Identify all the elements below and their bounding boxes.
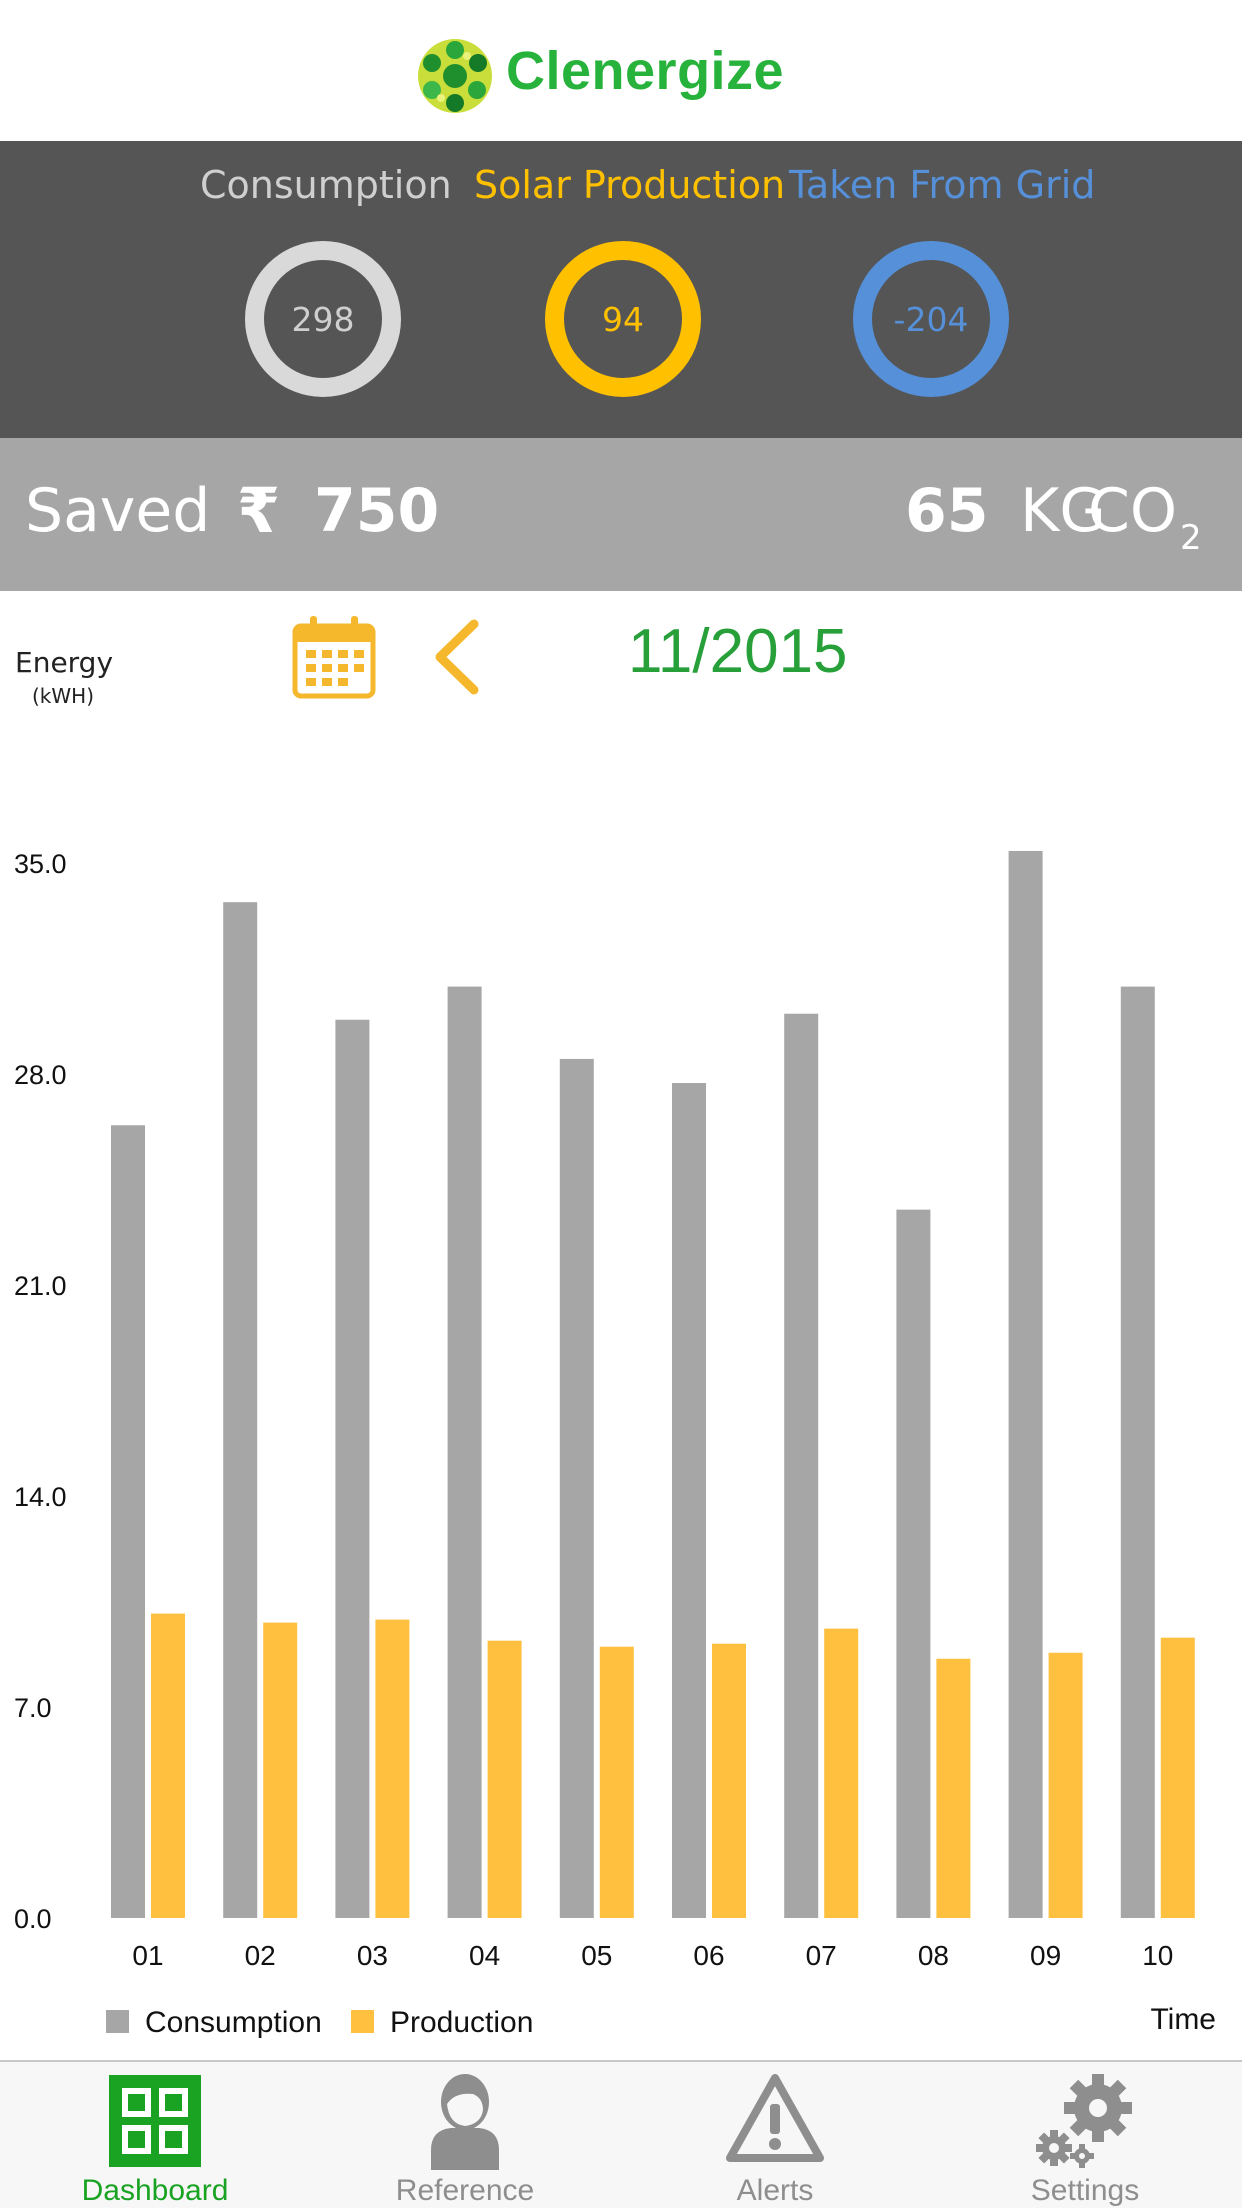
x-tick-label: 07: [806, 1940, 837, 1971]
grid-ring: -204: [853, 241, 1009, 397]
production-bar: [936, 1658, 971, 1918]
energy-bar-chart: 0.0 7.0 14.0 21.0 28.0 35.0 01 02 03 04 05 06 07 08 09…: [14, 849, 1216, 2039]
production-bar: [263, 1622, 298, 1918]
legend-swatch: [351, 2010, 374, 2033]
person-icon: [431, 2074, 499, 2170]
alert-triangle-icon: [726, 2074, 824, 2162]
production-bar: [824, 1628, 859, 1918]
tab-alerts[interactable]: Alerts: [620, 2062, 930, 2210]
y-tick-label: 35.0: [14, 849, 67, 879]
production-bar: [1048, 1652, 1083, 1918]
co2-amount: 65: [905, 476, 989, 546]
calendar-icon[interactable]: [292, 614, 376, 700]
consumption-bar: [223, 902, 258, 1918]
x-tick-label: 05: [581, 1940, 612, 1971]
grid-label: Taken From Grid: [789, 163, 1096, 207]
tab-dashboard-label: Dashboard: [81, 2174, 229, 2207]
energy-summary: Consumption Solar Production Taken From …: [0, 141, 1242, 438]
consumption-bar: [896, 1209, 931, 1918]
production-ring: 94: [545, 241, 701, 397]
production-bar: [712, 1643, 746, 1918]
legend-swatch: [106, 2010, 129, 2033]
grid-value: -204: [893, 299, 969, 339]
y-tick-label: 0.0: [14, 1904, 52, 1934]
period-label: 11/2015: [628, 617, 848, 686]
x-tick-label: 10: [1142, 1940, 1173, 1971]
x-tick-label: 03: [357, 1940, 388, 1971]
x-tick-label: 04: [469, 1940, 500, 1971]
y-tick-label: 7.0: [14, 1693, 52, 1723]
production-bar: [151, 1613, 185, 1918]
production-bar: [1160, 1637, 1195, 1918]
co2-subscript: 2: [1180, 518, 1202, 558]
production-bar: [599, 1646, 634, 1918]
y-tick-label: 21.0: [14, 1271, 67, 1301]
x-tick-label: 02: [245, 1940, 276, 1971]
tab-alerts-label: Alerts: [736, 2174, 814, 2207]
savings-band: Saved ₹ 750 65 KG CO 2: [0, 438, 1242, 591]
co2-label: CO: [1088, 476, 1178, 546]
y-tick-label: 28.0: [14, 1060, 67, 1090]
y-axis-label: Energy: [15, 646, 114, 679]
x-tick-label: 09: [1030, 1940, 1061, 1971]
y-axis-unit: (kWH): [32, 684, 95, 708]
x-tick-label: 08: [918, 1940, 949, 1971]
tab-bar: Dashboard Reference Alerts Settings: [0, 2060, 1242, 2208]
consumption-ring: 298: [245, 241, 401, 397]
tab-reference-label: Reference: [395, 2174, 535, 2207]
tab-settings-label: Settings: [1030, 2174, 1140, 2207]
consumption-bar: [335, 1019, 370, 1918]
tab-reference[interactable]: Reference: [310, 2062, 620, 2210]
x-axis-label: Time: [1150, 2003, 1216, 2036]
legend-label: Consumption: [145, 2006, 322, 2039]
saved-label: Saved: [25, 476, 211, 546]
dashboard-icon: [109, 2075, 201, 2167]
y-tick-label: 14.0: [14, 1482, 67, 1512]
x-tick-label: 06: [693, 1940, 724, 1971]
consumption-label: Consumption: [200, 163, 452, 207]
tab-dashboard[interactable]: Dashboard: [0, 2062, 310, 2210]
app-title: Clenergize: [506, 41, 785, 101]
app-header: Clenergize: [0, 0, 1242, 141]
chevron-left-icon[interactable]: [430, 618, 484, 696]
x-tick-label: 01: [132, 1940, 163, 1971]
consumption-bar: [447, 986, 482, 1918]
solar-production-label: Solar Production: [474, 163, 786, 207]
production-bar: [487, 1640, 522, 1918]
logo-icon: [418, 39, 492, 113]
legend-label: Production: [390, 2006, 533, 2039]
production-value: 94: [602, 299, 644, 339]
production-bar: [375, 1619, 410, 1918]
consumption-bar: [1008, 850, 1043, 1918]
rupee-icon: ₹: [237, 474, 281, 547]
saved-amount: 750: [314, 476, 440, 546]
consumption-bar: [1120, 986, 1155, 1918]
consumption-bar: [672, 1083, 706, 1918]
tab-settings[interactable]: Settings: [930, 2062, 1240, 2210]
consumption-bar: [784, 1013, 819, 1918]
consumption-bar: [111, 1125, 145, 1918]
gears-icon: [1036, 2074, 1132, 2168]
consumption-value: 298: [291, 299, 355, 339]
consumption-bar: [559, 1058, 594, 1918]
